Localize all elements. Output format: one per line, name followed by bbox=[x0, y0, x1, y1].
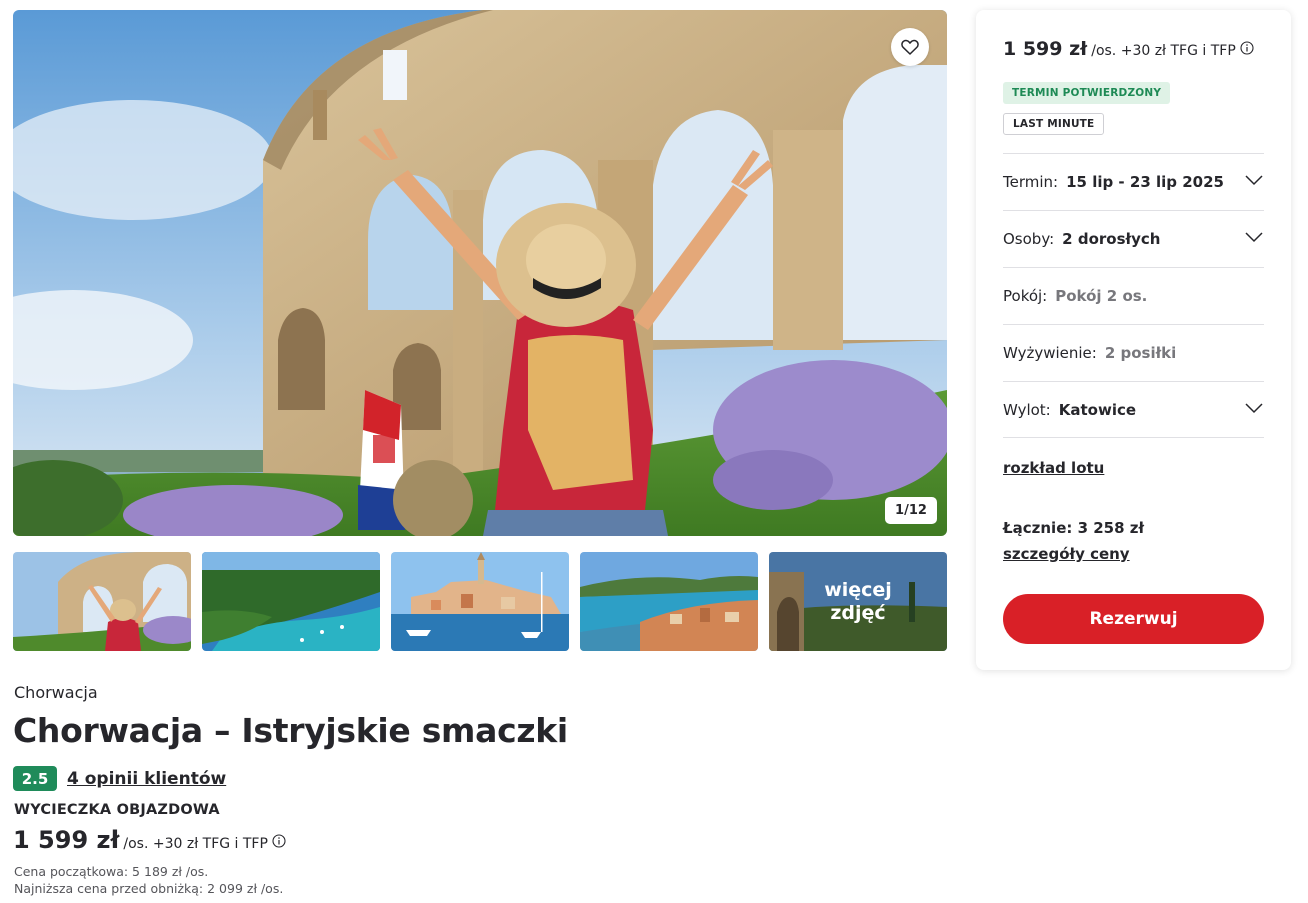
date-selector[interactable]: Termin: 15 lip - 23 lip 2025 bbox=[1003, 153, 1264, 210]
thumbnail-1-image bbox=[13, 552, 191, 651]
info-icon[interactable] bbox=[1240, 41, 1254, 55]
lowest-price-note: Najniższa cena przed obniżką: 2 099 zł /… bbox=[14, 881, 284, 896]
price-value: 1 599 zł bbox=[13, 826, 120, 854]
booking-price-value: 1 599 zł bbox=[1003, 38, 1088, 60]
booking-price: 1 599 zł /os. +30 zł TFG i TFP bbox=[1003, 38, 1254, 60]
room-row: Pokój: Pokój 2 os. bbox=[1003, 267, 1264, 324]
date-value: 15 lip - 23 lip 2025 bbox=[1066, 173, 1224, 191]
price-suffix: /os. +30 zł TFG i TFP bbox=[123, 836, 268, 852]
more-photos-label: więcej zdjęć bbox=[769, 552, 947, 651]
tag-confirmed: TERMIN POTWIERDZONY bbox=[1003, 82, 1171, 104]
date-label: Termin: bbox=[1003, 173, 1059, 191]
thumbnail-3[interactable] bbox=[391, 552, 569, 651]
colosseum-photo bbox=[13, 10, 947, 536]
country-label: Chorwacja bbox=[14, 683, 98, 702]
meals-label: Wyżywienie: bbox=[1003, 344, 1097, 362]
page-title: Chorwacja – Istryjskie smaczki bbox=[13, 711, 568, 750]
thumbnail-2-image bbox=[202, 552, 380, 651]
room-label: Pokój: bbox=[1003, 287, 1048, 305]
thumbnail-1[interactable] bbox=[13, 552, 191, 651]
departure-value: Katowice bbox=[1058, 400, 1137, 419]
favorite-button[interactable] bbox=[891, 28, 929, 66]
room-value: Pokój 2 os. bbox=[1055, 287, 1148, 305]
persons-value: 2 dorosłych bbox=[1062, 230, 1161, 248]
rating-badge: 2.5 bbox=[13, 766, 57, 791]
thumbnail-4-image bbox=[580, 552, 758, 651]
price-details-link[interactable]: szczegóły ceny bbox=[1003, 545, 1130, 563]
thumbnail-2[interactable] bbox=[202, 552, 380, 651]
persons-label: Osoby: bbox=[1003, 230, 1055, 248]
chevron-down-icon bbox=[1245, 403, 1263, 414]
reviews-link[interactable]: 4 opinii klientów bbox=[67, 769, 226, 789]
thumbnail-4[interactable] bbox=[580, 552, 758, 651]
offer-price: 1 599 zł /os. +30 zł TFG i TFP bbox=[13, 826, 286, 854]
persons-selector[interactable]: Osoby: 2 dorosłych bbox=[1003, 210, 1264, 267]
meals-value: 2 posiłki bbox=[1104, 344, 1177, 362]
main-photo[interactable]: 1/12 bbox=[13, 10, 947, 536]
heart-icon bbox=[901, 39, 919, 55]
departure-selector[interactable]: Wylot: Katowice bbox=[1003, 381, 1264, 438]
total-price: Łącznie: 3 258 zł bbox=[1003, 519, 1145, 537]
trip-type-label: WYCIECZKA OBJAZDOWA bbox=[14, 802, 220, 818]
chevron-down-icon bbox=[1245, 232, 1263, 243]
departure-label: Wylot: bbox=[1003, 400, 1051, 419]
book-button[interactable]: Rezerwuj bbox=[1003, 594, 1264, 644]
more-photos-thumbnail[interactable]: więcej zdjęć bbox=[769, 552, 947, 651]
meals-row: Wyżywienie: 2 posiłki bbox=[1003, 324, 1264, 381]
booking-price-suffix: /os. +30 zł TFG i TFP bbox=[1091, 43, 1236, 59]
tag-last-minute: LAST MINUTE bbox=[1003, 113, 1105, 135]
booking-panel: 1 599 zł /os. +30 zł TFG i TFP TERMIN PO… bbox=[976, 10, 1291, 670]
initial-price-note: Cena początkowa: 5 189 zł /os. bbox=[14, 864, 209, 879]
photo-counter: 1/12 bbox=[885, 497, 937, 524]
flight-schedule-link[interactable]: rozkład lotu bbox=[1003, 459, 1104, 477]
chevron-down-icon bbox=[1245, 175, 1263, 186]
thumbnail-3-image bbox=[391, 552, 569, 651]
info-icon[interactable] bbox=[272, 834, 286, 848]
